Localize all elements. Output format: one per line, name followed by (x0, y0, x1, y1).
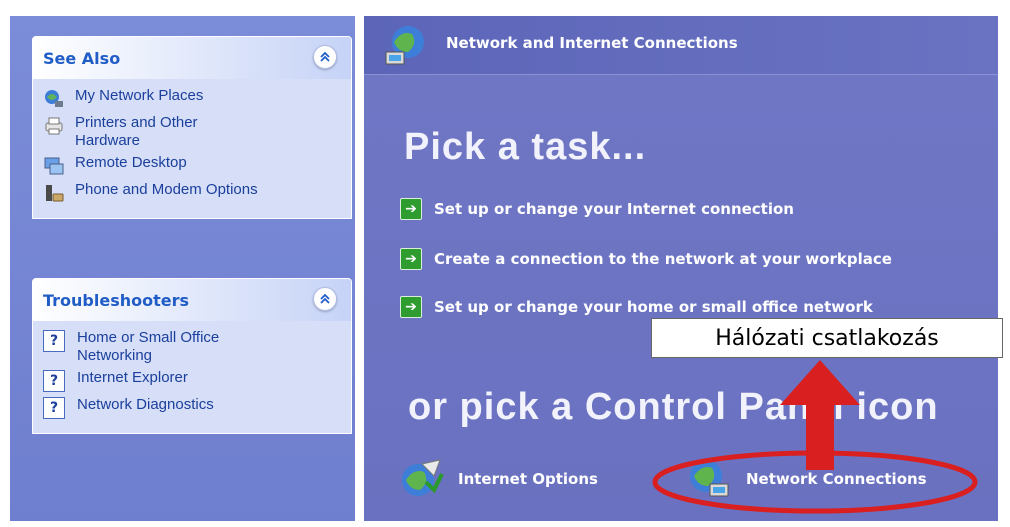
see-also-title: See Also (43, 49, 121, 68)
troubleshooter-item-label: Home or Small Office Networking (77, 329, 220, 364)
task-link-workplace-connection[interactable]: ➔ Create a connection to the network at … (400, 248, 892, 270)
annotation-callout: Hálózati csatlakozás (651, 318, 1003, 358)
see-also-item-label: Remote Desktop (75, 154, 187, 171)
chevron-up-icon (320, 293, 330, 304)
internet-options-label: Internet Options (458, 470, 598, 488)
internet-options-link[interactable]: Internet Options (398, 456, 598, 502)
task-label: Set up or change your Internet connectio… (434, 200, 794, 218)
page-title: Network and Internet Connections (446, 34, 738, 52)
troubleshooter-item-network-diagnostics[interactable]: ? Network Diagnostics (43, 396, 345, 419)
task-label: Create a connection to the network at yo… (434, 250, 892, 268)
green-arrow-icon: ➔ (400, 248, 422, 270)
green-arrow-icon: ➔ (400, 296, 422, 318)
troubleshooters-title: Troubleshooters (43, 291, 190, 310)
help-icon: ? (43, 397, 65, 419)
task-pane: See Also My Network Places Printers and … (10, 16, 355, 521)
network-internet-category-icon (385, 26, 424, 65)
troubleshooters-panel: Troubleshooters ? Home or Small Office N… (32, 278, 352, 434)
pick-task-heading: Pick a task... (404, 126, 647, 168)
internet-options-icon (402, 459, 444, 496)
see-also-item-label: Printers and Other Hardware (75, 114, 198, 149)
green-arrow-icon: ➔ (400, 198, 422, 220)
see-also-item-phone-modem[interactable]: Phone and Modem Options (43, 181, 345, 204)
printer-icon (45, 117, 63, 135)
main-content: Network and Internet Connections Pick a … (364, 16, 998, 521)
troubleshooter-item-label: Network Diagnostics (77, 396, 214, 413)
task-link-home-network[interactable]: ➔ Set up or change your home or small of… (400, 296, 873, 318)
troubleshooter-item-internet-explorer[interactable]: ? Internet Explorer (43, 369, 345, 392)
see-also-item-label: Phone and Modem Options (75, 181, 258, 198)
annotation-highlight-ellipse (652, 450, 978, 514)
help-icon: ? (43, 370, 65, 392)
chevron-up-icon (320, 51, 330, 62)
see-also-item-remote-desktop[interactable]: Remote Desktop (43, 154, 345, 177)
task-link-internet-connection[interactable]: ➔ Set up or change your Internet connect… (400, 198, 794, 220)
see-also-header[interactable]: See Also (33, 37, 351, 79)
collapse-troubleshooters-button[interactable] (313, 287, 337, 311)
see-also-panel: See Also My Network Places Printers and … (32, 36, 352, 219)
see-also-item-network-places[interactable]: My Network Places (43, 87, 345, 110)
troubleshooter-item-home-networking[interactable]: ? Home or Small Office Networking (43, 329, 345, 365)
phone-modem-icon (46, 185, 64, 202)
network-places-icon (45, 90, 63, 107)
troubleshooters-header[interactable]: Troubleshooters (33, 279, 351, 321)
task-label: Set up or change your home or small offi… (434, 298, 873, 316)
see-also-item-label: My Network Places (75, 87, 204, 104)
remote-desktop-icon (44, 157, 64, 175)
collapse-see-also-button[interactable] (313, 45, 337, 69)
category-header: Network and Internet Connections (364, 16, 998, 75)
help-icon: ? (43, 330, 65, 352)
troubleshooter-item-label: Internet Explorer (77, 369, 188, 386)
see-also-item-printers[interactable]: Printers and Other Hardware (43, 114, 345, 150)
